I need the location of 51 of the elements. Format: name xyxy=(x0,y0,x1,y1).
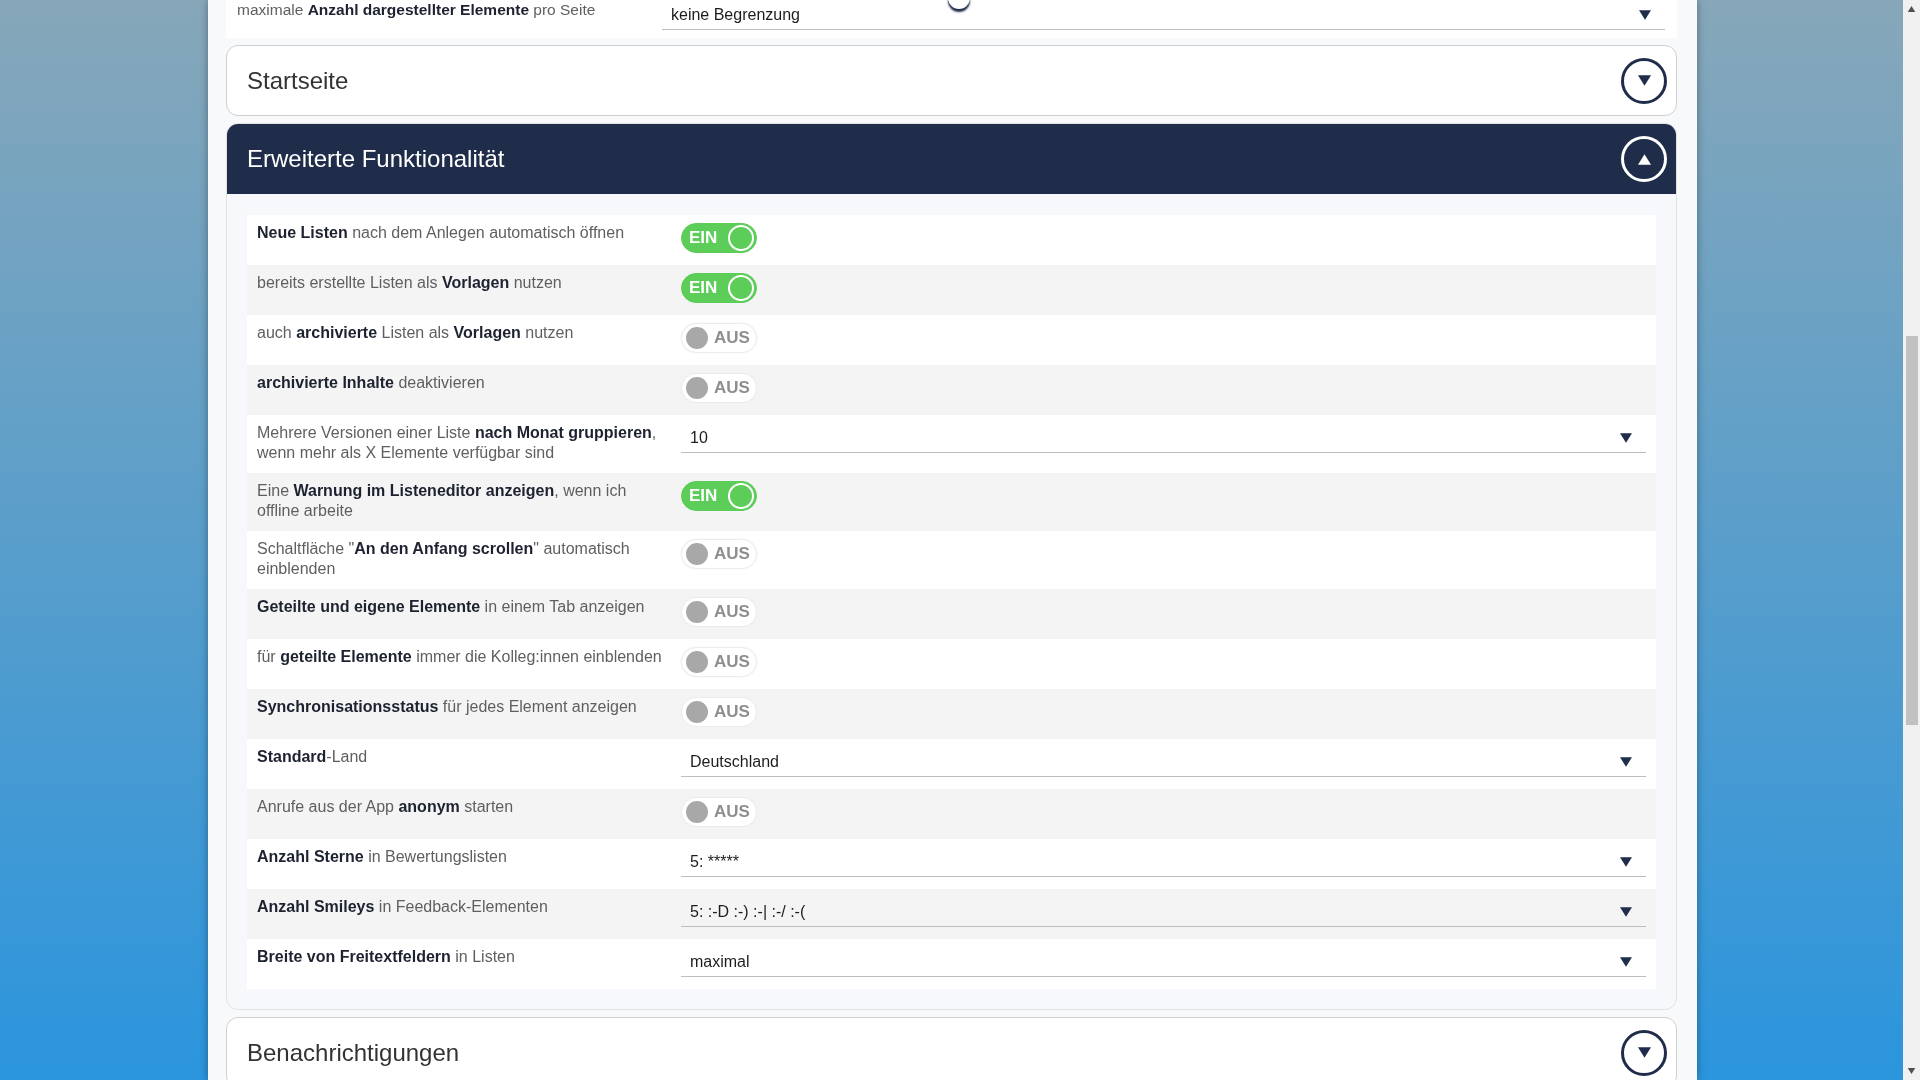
toggle-switch[interactable]: AUS xyxy=(681,797,757,827)
setting-label: Mehrere Versionen einer Liste nach Monat gruppieren, wenn mehr als X Elemente verfügbar sind xyxy=(257,423,658,463)
scrollbar[interactable] xyxy=(1903,0,1920,1080)
toggle-switch[interactable]: AUS xyxy=(681,539,757,569)
section-title: Erweiterte Funktionalität xyxy=(247,145,505,173)
select-field[interactable]: Deutschland xyxy=(681,747,1646,777)
caret-icon xyxy=(1620,757,1632,767)
setting-label: bereits erstellte Listen als Vorlagen nutzen xyxy=(257,273,563,293)
expand-button[interactable] xyxy=(1621,57,1667,104)
caret-icon xyxy=(1639,10,1651,20)
expand-button[interactable] xyxy=(1621,1029,1667,1076)
scrollbar-thumb[interactable] xyxy=(1905,336,1918,725)
setting-label: auch archivierte Listen als Vorlagen nutzen xyxy=(257,323,575,343)
caret-icon xyxy=(1620,857,1632,867)
caret-down-icon xyxy=(1637,75,1651,86)
setting-label: Breite von Freitextfeldern in Listen xyxy=(257,947,516,967)
toggle-switch[interactable]: EIN xyxy=(681,481,757,511)
toggle-switch[interactable]: AUS xyxy=(681,697,757,727)
section-header[interactable]: Erweiterte Funktionalität xyxy=(227,124,1676,194)
setting-label: Anzahl Smileys in Feedback-Elementen xyxy=(257,897,549,917)
toggle-switch[interactable]: AUS xyxy=(681,373,757,403)
toggle-switch[interactable]: AUS xyxy=(681,323,757,353)
toggle-switch[interactable]: EIN xyxy=(681,223,757,253)
select-field[interactable]: 10 xyxy=(681,423,1646,453)
setting-label: maximale Anzahl dargestellter Elemente pro Seite xyxy=(237,0,597,20)
setting-label: Anrufe aus der App anonym starten xyxy=(257,797,515,817)
select-field[interactable]: maximal xyxy=(681,947,1646,977)
caret-down-icon xyxy=(1637,1047,1651,1058)
toggle-switch[interactable]: EIN xyxy=(681,273,757,303)
setting-label: Anzahl Sterne in Bewertungslisten xyxy=(257,847,508,867)
caret-up-icon xyxy=(1637,153,1651,165)
setting-label: Synchronisationsstatus für jedes Element anzeigen xyxy=(257,697,638,717)
setting-label: archivierte Inhalte deaktivieren xyxy=(257,373,486,393)
setting-label: Schaltfläche "An den Anfang scrollen" automatisch einblenden xyxy=(257,539,631,579)
toggle-switch[interactable]: AUS xyxy=(681,647,757,677)
section-title: Startseite xyxy=(247,66,349,95)
scroll-up-icon xyxy=(1907,6,1916,12)
section-title: Benachrichtigungen xyxy=(247,1038,460,1067)
collapse-button[interactable] xyxy=(1621,136,1667,182)
setting-label: Neue Listen nach dem Anlegen automatisch öffnen xyxy=(257,223,626,243)
toggle-switch[interactable]: AUS xyxy=(681,597,757,627)
caret-icon xyxy=(1620,957,1632,967)
scroll-down-icon xyxy=(1907,1068,1916,1074)
caret-icon xyxy=(1620,433,1632,443)
select-field[interactable]: 5: :-D :-) :-| :-/ :-( xyxy=(681,897,1646,927)
select-field[interactable]: 5: ***** xyxy=(681,847,1646,877)
setting-label: Geteilte und eigene Elemente in einem Tab anzeigen xyxy=(257,597,646,617)
caret-icon xyxy=(1620,907,1632,917)
setting-label: für geteilte Elemente immer die Kolleg:innen einblenden xyxy=(257,647,663,667)
setting-label: Eine Warnung im Listeneditor anzeigen, wenn ich offline arbeite xyxy=(257,481,628,521)
setting-label: Standard-Land xyxy=(257,747,369,767)
